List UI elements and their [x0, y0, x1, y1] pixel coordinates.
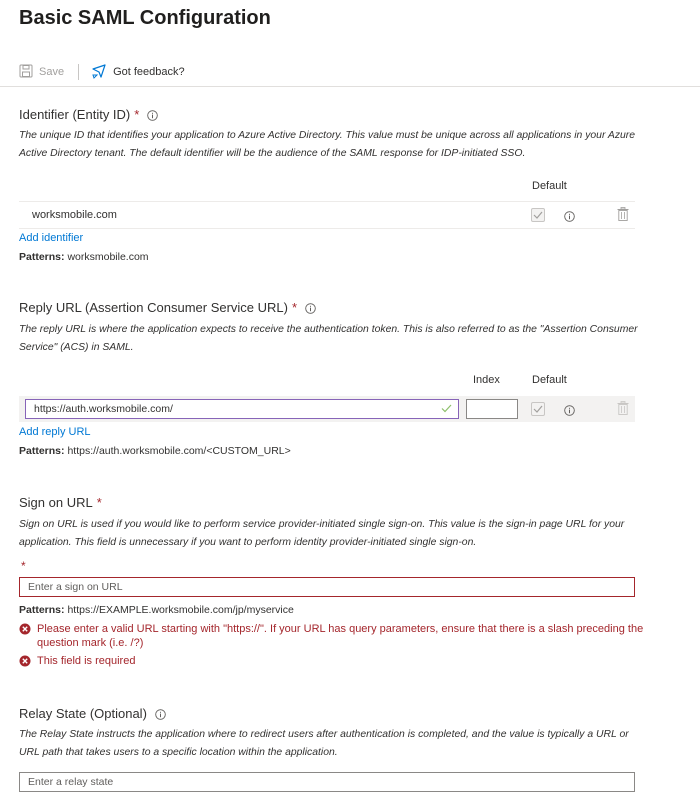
patterns-label: Patterns:: [19, 445, 65, 457]
required-mark: *: [96, 495, 102, 510]
relay-state-title: Relay State (Optional): [19, 706, 147, 721]
identifier-section-title: Identifier (Entity ID) *: [19, 107, 159, 122]
toolbar-separator: [78, 64, 80, 80]
relay-state-placeholder: Enter a relay state: [28, 776, 114, 788]
checkmark-icon: [533, 405, 543, 413]
save-label: Save: [39, 66, 65, 78]
reply-url-value: https://auth.worksmobile.com/: [34, 403, 173, 415]
reply-url-col-default: Default: [532, 374, 567, 386]
feedback-button[interactable]: Got feedback?: [91, 63, 185, 82]
checkmark-icon: [533, 211, 543, 219]
identifier-value[interactable]: worksmobile.com: [32, 209, 117, 221]
save-icon: [19, 64, 33, 81]
relay-state-input[interactable]: Enter a relay state: [19, 772, 635, 792]
sign-on-url-placeholder: Enter a sign on URL: [28, 581, 123, 593]
delete-icon[interactable]: [617, 207, 629, 226]
add-identifier-link[interactable]: Add identifier: [19, 232, 83, 244]
patterns-value: worksmobile.com: [67, 251, 149, 263]
feedback-icon: [91, 63, 107, 82]
relay-state-description: The Relay State instructs the applicatio…: [19, 729, 629, 758]
reply-url-row: https://auth.worksmobile.com/: [19, 396, 635, 422]
info-icon[interactable]: [147, 109, 159, 121]
identifier-row-divider: [19, 228, 635, 229]
info-icon[interactable]: [155, 708, 166, 720]
sign-on-url-patterns: Patterns: https://EXAMPLE.worksmobile.co…: [19, 604, 294, 616]
field-required-mark: *: [21, 559, 26, 573]
reply-url-col-index: Index: [473, 374, 500, 386]
required-mark: *: [134, 107, 140, 122]
info-icon[interactable]: [564, 403, 575, 421]
identifier-description: The unique ID that identifies your appli…: [19, 130, 636, 159]
sign-on-url-section-title: Sign on URL *: [19, 495, 102, 510]
relay-state-section-title: Relay State (Optional): [19, 706, 166, 721]
required-mark: *: [292, 300, 298, 315]
info-icon[interactable]: [305, 302, 316, 314]
identifier-patterns: Patterns: worksmobile.com: [19, 251, 149, 263]
page-title: Basic SAML Configuration: [19, 7, 271, 29]
error-icon: [19, 655, 31, 671]
sign-on-url-title: Sign on URL: [19, 495, 93, 510]
validation-error: Please enter a valid URL starting with "…: [19, 622, 644, 650]
error-message: Please enter a valid URL starting with "…: [37, 623, 644, 649]
sign-on-url-input[interactable]: Enter a sign on URL: [19, 577, 635, 597]
reply-url-title: Reply URL (Assertion Consumer Service UR…: [19, 300, 288, 315]
toolbar-divider: [0, 86, 700, 87]
identifier-default-checkbox[interactable]: [531, 208, 545, 222]
reply-url-default-checkbox[interactable]: [531, 402, 545, 416]
reply-url-input[interactable]: https://auth.worksmobile.com/: [25, 399, 459, 419]
reply-url-section-title: Reply URL (Assertion Consumer Service UR…: [19, 300, 316, 315]
add-reply-url-link[interactable]: Add reply URL: [19, 426, 91, 438]
reply-url-patterns: Patterns: https://auth.worksmobile.com/<…: [19, 445, 291, 457]
toolbar: Save Got feedback?: [19, 60, 185, 84]
save-button[interactable]: Save: [19, 64, 64, 81]
patterns-label: Patterns:: [19, 251, 65, 263]
identifier-row: worksmobile.com: [19, 202, 635, 228]
delete-icon[interactable]: [617, 401, 629, 420]
reply-url-index-input[interactable]: [466, 399, 518, 419]
valid-check-icon: [441, 404, 452, 416]
sign-on-url-description: Sign on URL is used if you would like to…: [19, 519, 625, 548]
error-message: This field is required: [37, 655, 136, 667]
info-icon[interactable]: [564, 209, 575, 227]
patterns-value: https://EXAMPLE.worksmobile.com/jp/myser…: [67, 604, 294, 616]
patterns-label: Patterns:: [19, 604, 65, 616]
reply-url-description: The reply URL is where the application e…: [19, 324, 638, 353]
error-icon: [19, 623, 31, 639]
validation-error: This field is required: [19, 654, 644, 671]
identifier-col-default: Default: [532, 180, 567, 192]
identifier-title: Identifier (Entity ID): [19, 107, 131, 122]
feedback-label: Got feedback?: [113, 66, 185, 78]
patterns-value: https://auth.worksmobile.com/<CUSTOM_URL…: [67, 445, 291, 457]
